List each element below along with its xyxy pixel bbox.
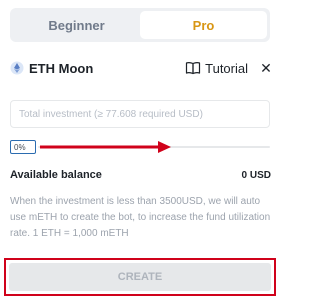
- grid-bot-panel: Beginner Pro ETH Moon Tutorial ✕ 0%: [0, 0, 278, 300]
- annotation-arrow-icon: [40, 141, 171, 153]
- eth-icon: [10, 61, 24, 75]
- mode-toggle: Beginner Pro: [10, 8, 270, 42]
- create-button[interactable]: CREATE: [9, 263, 271, 291]
- book-icon: [185, 61, 201, 75]
- pro-tab[interactable]: Pro: [140, 11, 267, 39]
- tutorial-link[interactable]: Tutorial: [185, 61, 248, 76]
- available-balance-value: 0 USD: [241, 169, 271, 181]
- bot-title: ETH Moon: [29, 60, 94, 76]
- bot-header: ETH Moon Tutorial ✕: [10, 58, 272, 78]
- beginner-tab[interactable]: Beginner: [13, 11, 140, 39]
- available-balance-label: Available balance: [10, 169, 102, 181]
- percent-input[interactable]: 0%: [10, 140, 36, 154]
- total-investment-input[interactable]: [10, 100, 270, 128]
- tutorial-label: Tutorial: [205, 60, 248, 76]
- meth-info-text: When the investment is less than 3500USD…: [10, 196, 271, 239]
- close-icon[interactable]: ✕: [260, 61, 272, 75]
- balance-row: Available balance 0 USD: [10, 168, 271, 182]
